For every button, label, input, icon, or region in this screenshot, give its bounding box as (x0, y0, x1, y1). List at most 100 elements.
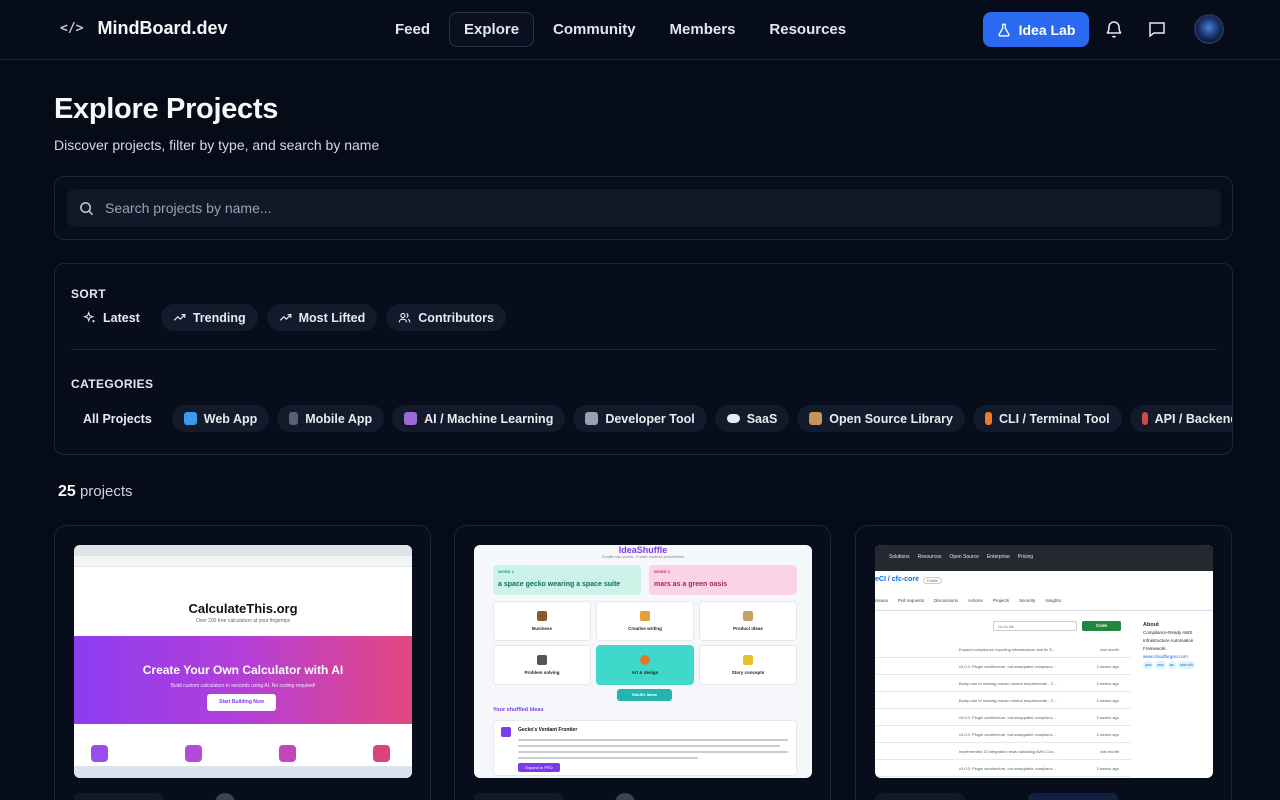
laptop-icon (183, 412, 197, 425)
search-icon (80, 202, 94, 216)
shot-logo-sub: Shuffle two words. Create endless possib… (601, 554, 685, 559)
commit-message: v3.0.0: Plugin architecture, hot-swappab… (959, 664, 1056, 669)
brand-name: MindBoard.dev (97, 18, 228, 38)
nav-resources[interactable]: Resources (754, 12, 861, 47)
repo-header-link: Open Source (949, 554, 979, 560)
expand-button: Expand in PRD (518, 763, 560, 772)
commit-date: 3 weeks ago (1096, 766, 1119, 771)
plug-icon (1141, 412, 1148, 425)
category-saas[interactable]: SaaS (714, 405, 790, 432)
palette-icon (640, 655, 650, 665)
repo-name: eCI / cfc-core (875, 576, 919, 583)
commit-message: v3.0.0: Plugin architecture, hot-swappab… (959, 766, 1056, 771)
sort-contributors[interactable]: Contributors (386, 304, 506, 331)
repo-tabs: Issues Pull requests Discussions Actions… (875, 598, 1061, 603)
category-mobile-app-label: Mobile App (305, 411, 373, 426)
commit-row: Bump due to missing maven central requir… (875, 692, 1131, 709)
message-icon[interactable] (1147, 19, 1167, 39)
commit-date: 3 weeks ago (1096, 664, 1119, 669)
idea-lab-button[interactable]: Idea Lab (983, 12, 1089, 47)
shuffled-heading: Your shuffled ideas (493, 707, 544, 713)
bell-icon[interactable] (1104, 19, 1124, 39)
topic-tag: iac (1167, 661, 1177, 669)
project-tag (74, 793, 164, 800)
pencil-icon (640, 611, 650, 621)
grid-cell-label: Art & design (631, 670, 659, 675)
nav-members[interactable]: Members (655, 12, 751, 47)
category-developer-tool[interactable]: Developer Tool (573, 405, 707, 432)
sort-contributors-label: Contributors (418, 310, 494, 325)
avatar[interactable] (1194, 14, 1224, 44)
search-input[interactable] (105, 189, 1205, 227)
repo-tab: Issues (875, 598, 889, 603)
shot-hero-title: Create Your Own Calculator with AI (142, 663, 344, 677)
package-icon (809, 412, 823, 425)
grid-cell: Business (493, 601, 591, 641)
shot-title: CalculateThis.org (188, 601, 298, 616)
category-mobile-app[interactable]: Mobile App (277, 405, 385, 432)
shot-hero-subtitle: Build custom calculators in seconds usin… (170, 683, 316, 689)
results-count-suffix: projects (79, 483, 133, 500)
box-icon (743, 611, 753, 621)
repo-about: About Compliance-Ready AWS Infrastructur… (1143, 621, 1213, 669)
category-saas-label: SaaS (746, 411, 778, 426)
sort-most-lifted-label: Most Lifted (298, 310, 366, 325)
divider (71, 349, 1217, 350)
category-web-app[interactable]: Web App (171, 405, 270, 432)
brand[interactable]: </> MindBoard.dev (60, 18, 228, 39)
idea-icon (501, 727, 511, 737)
idea-title: Gecko's Verdant Frontier (518, 727, 578, 733)
project-tag (474, 793, 564, 800)
commit-message: Bump due to missing maven central requir… (959, 698, 1057, 703)
commit-date: last month (1100, 749, 1119, 754)
category-ai-ml-label: AI / Machine Learning (424, 411, 554, 426)
topic-tag: java (1143, 661, 1154, 669)
category-open-source-library[interactable]: Open Source Library (797, 405, 965, 432)
commit-date: 3 weeks ago (1096, 732, 1119, 737)
category-all-projects-label: All Projects (83, 411, 152, 426)
sort-trending[interactable]: Trending (160, 304, 258, 331)
commit-row: Implemented 10 integration tests validat… (875, 743, 1131, 760)
owner-avatar (215, 793, 235, 800)
commit-message: Bump due to missing maven central requir… (959, 681, 1057, 686)
grid-cell-label: Business (531, 626, 552, 631)
repo-tab: Insights (1045, 598, 1061, 603)
text-line (518, 739, 788, 741)
lightning-icon (984, 412, 992, 425)
repo-header: Solutions Resources Open Source Enterpri… (875, 545, 1213, 571)
category-api-backend[interactable]: API / Backend (1129, 405, 1233, 432)
nav-community[interactable]: Community (538, 12, 651, 47)
top-navbar: </> MindBoard.dev Feed Explore Community… (0, 0, 1280, 60)
sort-latest[interactable]: Latest (71, 304, 152, 331)
idea-lab-label: Idea Lab (1018, 21, 1076, 38)
category-api-backend-label: API / Backend (1154, 411, 1233, 426)
repo-header-links: Solutions Resources Open Source Enterpri… (889, 554, 1033, 560)
project-screenshot: CalculateThis.org Over 200 free calculat… (74, 545, 412, 778)
category-all-projects[interactable]: All Projects (71, 405, 164, 432)
category-ai-ml[interactable]: AI / Machine Learning (392, 405, 566, 432)
repo-tab: Security (1019, 598, 1036, 603)
grid-cell: Story concepts (699, 645, 797, 685)
project-card[interactable]: CalculateThis.org Over 200 free calculat… (54, 525, 431, 800)
search-box (67, 189, 1221, 227)
dollar-icon (185, 745, 202, 762)
project-card[interactable]: IdeaShuffle Shuffle two words. Create en… (454, 525, 831, 800)
shuffle-button: Shuffle Ideas (617, 689, 672, 701)
repo-tab: Discussions (934, 598, 959, 603)
code-button: Code (1082, 621, 1121, 631)
category-cli-terminal-tool[interactable]: CLI / Terminal Tool (972, 405, 1122, 432)
word-1-card: WORD 1 a space gecko wearing a space sui… (493, 565, 641, 595)
commit-date: 3 weeks ago (1096, 715, 1119, 720)
grid-cell: Creative writing (596, 601, 694, 641)
sort-most-lifted[interactable]: Most Lifted (266, 304, 378, 331)
project-card[interactable]: Solutions Resources Open Source Enterpri… (855, 525, 1232, 800)
nav-feed[interactable]: Feed (380, 12, 445, 47)
word-1-value: a space gecko wearing a space suite (498, 581, 621, 588)
about-title: About (1143, 622, 1159, 628)
grid-cell-label: Problem solving (524, 670, 560, 675)
nav-explore[interactable]: Explore (449, 12, 535, 47)
grid-cell-label: Story concepts (731, 670, 765, 675)
commit-row: Expand compliance reporting infrastructu… (875, 641, 1131, 658)
repo-header-link: Resources (917, 554, 942, 560)
categories-label: CATEGORIES (71, 377, 154, 391)
